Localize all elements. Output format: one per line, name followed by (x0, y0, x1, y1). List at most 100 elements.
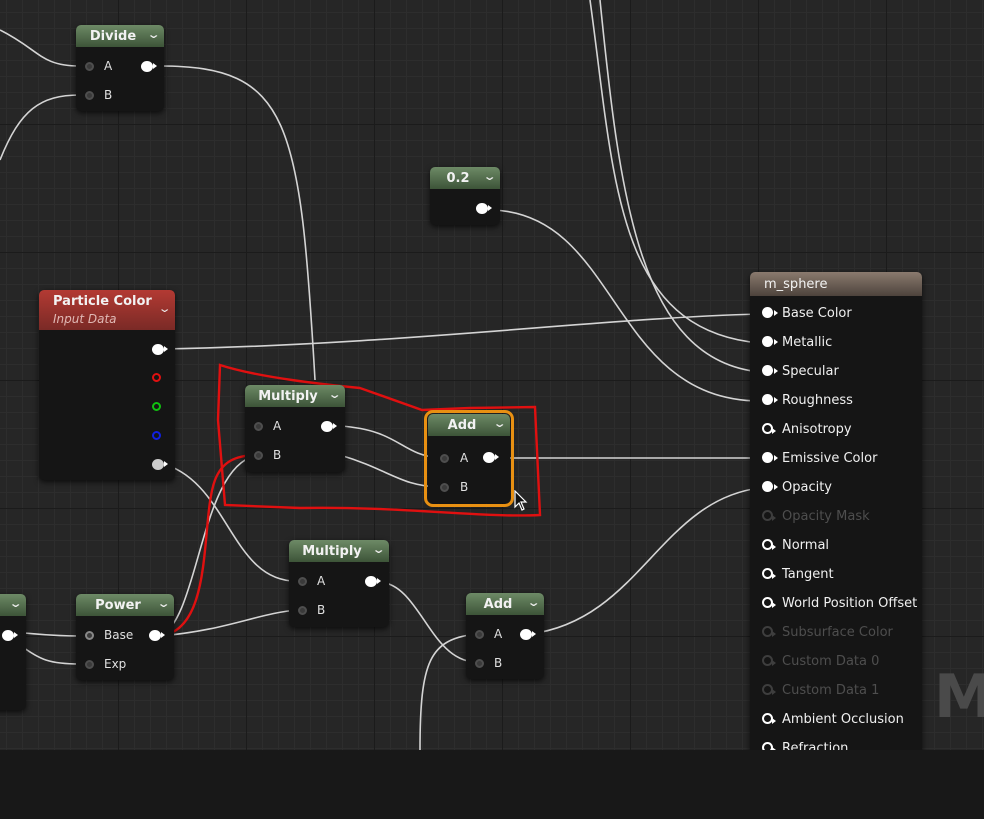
input-pin[interactable] (762, 713, 776, 724)
input-pin[interactable] (762, 597, 776, 608)
pin-a[interactable] (475, 630, 484, 639)
chevron-down-icon[interactable]: ⌄ (146, 28, 160, 41)
input-pin[interactable] (762, 336, 778, 347)
chevron-down-icon[interactable]: ⌄ (327, 388, 341, 401)
pin-output-rgba[interactable] (152, 344, 168, 355)
pin-output[interactable] (476, 203, 492, 214)
pin-a[interactable] (440, 454, 449, 463)
node-header[interactable]: Add ⌄ (428, 414, 510, 436)
pin-output[interactable] (149, 630, 165, 641)
input-pin[interactable] (762, 423, 776, 434)
material-input-subsurface-color[interactable]: Subsurface Color (762, 625, 893, 640)
pin-label-a: A (273, 419, 282, 433)
material-input-roughness[interactable]: Roughness (762, 393, 853, 408)
node-header[interactable]: m_sphere (750, 272, 922, 296)
material-input-custom-data-1[interactable]: Custom Data 1 (762, 683, 879, 698)
material-input-tangent[interactable]: Tangent (762, 567, 834, 582)
chevron-down-icon[interactable]: ⌄ (526, 596, 540, 609)
material-input-normal[interactable]: Normal (762, 538, 829, 553)
add-node-selected[interactable]: Add ⌄ A B (424, 410, 514, 507)
pin-output-r[interactable] (152, 373, 161, 382)
material-input-anisotropy[interactable]: Anisotropy (762, 422, 852, 437)
pin-output[interactable] (321, 421, 337, 432)
input-pin[interactable] (762, 626, 776, 637)
node-header[interactable]: Multiply ⌄ (289, 540, 389, 562)
partial-node[interactable]: ⌄ (0, 594, 26, 710)
power-node[interactable]: Power ⌄ Base Exp (76, 594, 174, 680)
chevron-down-icon[interactable]: ⌄ (157, 302, 171, 315)
multiply-node[interactable]: Multiply ⌄ A B (245, 385, 345, 472)
material-input-opacity-mask[interactable]: Opacity Mask (762, 509, 870, 524)
pin-b[interactable] (440, 483, 449, 492)
input-label: Emissive Color (782, 451, 878, 466)
chevron-down-icon[interactable]: ⌄ (492, 417, 506, 430)
material-input-opacity[interactable]: Opacity (762, 480, 832, 495)
input-pin[interactable] (762, 742, 776, 750)
material-input-specular[interactable]: Specular (762, 364, 839, 379)
node-header[interactable]: Multiply ⌄ (245, 385, 345, 407)
wire (159, 313, 761, 350)
input-pin[interactable] (762, 684, 776, 695)
input-pin[interactable] (762, 539, 776, 550)
pin-b[interactable] (85, 91, 94, 100)
pin-output-a[interactable] (152, 459, 168, 470)
pin-output[interactable] (365, 576, 381, 587)
pin-a[interactable] (254, 422, 263, 431)
material-input-ambient-occlusion[interactable]: Ambient Occlusion (762, 712, 904, 727)
material-input-emissive-color[interactable]: Emissive Color (762, 451, 877, 466)
pin-output[interactable] (141, 61, 157, 72)
material-input-base-color[interactable]: Base Color (762, 306, 852, 321)
input-pin[interactable] (762, 307, 778, 318)
multiply-node[interactable]: Multiply ⌄ A B (289, 540, 389, 627)
chevron-down-icon[interactable]: ⌄ (156, 597, 170, 610)
input-label: Opacity Mask (782, 509, 870, 524)
input-pin[interactable] (762, 365, 778, 376)
node-header[interactable]: Particle Color Input Data ⌄ (39, 290, 175, 330)
material-result-node[interactable]: m_sphere Base Color Metallic Specular Rough… (750, 272, 922, 750)
pin-output[interactable] (520, 629, 536, 640)
pin-base[interactable] (85, 631, 94, 640)
pin-output-b[interactable] (152, 431, 161, 440)
wire (0, 29, 81, 67)
material-input-refraction[interactable]: Refraction (762, 741, 848, 750)
input-pin[interactable] (762, 655, 776, 666)
add-node[interactable]: Add ⌄ A B (466, 593, 544, 679)
node-header[interactable]: 0.2 ⌄ (430, 167, 500, 189)
pin-output[interactable] (483, 452, 499, 463)
pin-output[interactable] (2, 630, 18, 641)
constant-node[interactable]: 0.2 ⌄ (430, 167, 500, 225)
input-pin[interactable] (762, 452, 778, 463)
node-header[interactable]: ⌄ (0, 594, 26, 616)
chevron-down-icon[interactable]: ⌄ (371, 543, 385, 556)
graph-canvas[interactable]: Divide ⌄ A B 0.2 ⌄ Particle Color Input … (0, 0, 984, 750)
divide-node[interactable]: Divide ⌄ A B (76, 25, 164, 111)
pin-label-a: A (104, 59, 113, 73)
pin-b[interactable] (475, 659, 484, 668)
pin-b[interactable] (298, 606, 307, 615)
pin-label-a: A (460, 451, 469, 465)
pin-exp[interactable] (85, 660, 94, 669)
input-pin[interactable] (762, 481, 778, 492)
node-header[interactable]: Power ⌄ (76, 594, 174, 616)
node-header[interactable]: Divide ⌄ (76, 25, 164, 47)
input-pin[interactable] (762, 394, 778, 405)
pin-b[interactable] (254, 451, 263, 460)
material-input-world-position-offset[interactable]: World Position Offset (762, 596, 917, 611)
node-header[interactable]: Add ⌄ (466, 593, 544, 615)
chevron-down-icon[interactable]: ⌄ (8, 597, 22, 610)
chevron-down-icon[interactable]: ⌄ (482, 170, 496, 183)
pin-output-g[interactable] (152, 402, 161, 411)
input-label: Custom Data 1 (782, 683, 880, 698)
input-label: World Position Offset (782, 596, 918, 611)
input-pin[interactable] (762, 568, 776, 579)
node-title: Multiply (302, 543, 362, 559)
particle-color-node[interactable]: Particle Color Input Data ⌄ (39, 290, 175, 480)
input-label: Custom Data 0 (782, 654, 880, 669)
material-input-metallic[interactable]: Metallic (762, 335, 832, 350)
wire (159, 454, 261, 637)
input-pin[interactable] (762, 510, 776, 521)
pin-a[interactable] (85, 62, 94, 71)
pin-label-exp: Exp (104, 657, 127, 671)
material-input-custom-data-0[interactable]: Custom Data 0 (762, 654, 879, 669)
pin-a[interactable] (298, 577, 307, 586)
